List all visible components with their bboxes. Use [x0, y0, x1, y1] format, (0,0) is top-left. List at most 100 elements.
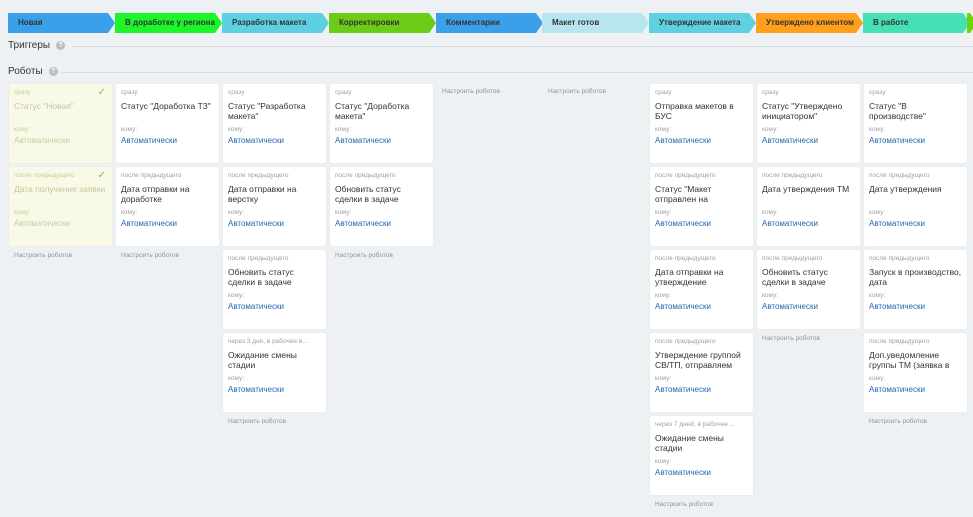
robot-recipient-link[interactable]: Автоматически: [335, 136, 428, 145]
robot-recipient-link[interactable]: Автоматически: [228, 136, 321, 145]
stage-tab-9[interactable]: [967, 13, 973, 33]
robot-condition: после предыдущего: [121, 172, 182, 179]
configure-robots-link[interactable]: Настроить роботов: [869, 418, 927, 425]
robot-recipient-link[interactable]: Автоматически: [869, 302, 962, 311]
stage-tab-0[interactable]: Новая: [8, 13, 115, 33]
robot-recipient-link[interactable]: Автоматически: [228, 219, 321, 228]
robot-card[interactable]: после предыдущего Дата отправки на утверж…: [650, 250, 753, 329]
robot-recipient-link[interactable]: Автоматически: [14, 136, 107, 145]
robot-title: Дата отправки на утверждение: [655, 267, 724, 287]
robot-title: Запуск в производство, дата: [869, 267, 962, 287]
robot-title: Статус "Доработка ТЗ": [121, 101, 211, 111]
configure-robots-link[interactable]: Настроить роботов: [655, 501, 713, 508]
robot-condition: после предыдущего: [869, 255, 930, 262]
robot-title: Дата утверждения ТМ: [762, 184, 850, 194]
robot-recipient-link[interactable]: Автоматически: [655, 468, 748, 477]
robot-recipient-link[interactable]: Автоматически: [762, 219, 855, 228]
configure-robots-link[interactable]: Настроить роботов: [442, 88, 500, 95]
robot-condition: после предыдущего: [228, 255, 289, 262]
configure-robots-link[interactable]: Настроить роботов: [762, 335, 820, 342]
robot-card[interactable]: сразу Статус "Доработка макета" кому: Автом…: [330, 84, 433, 163]
robot-title: Доп.уведомление группы ТМ (заявка в: [869, 350, 950, 370]
robot-card[interactable]: сразу Статус "Утверждено инициатором" кому…: [757, 84, 860, 163]
robot-card[interactable]: сразу Статус "Разработка макета" кому: Авто…: [223, 84, 326, 163]
robot-recipient-label: кому:: [655, 209, 672, 216]
stage-tab-5[interactable]: Макет готов: [542, 13, 649, 33]
robot-recipient-link[interactable]: Автоматически: [655, 302, 748, 311]
robot-card[interactable]: через 3 дня, в рабочее в... Ожидание смен…: [223, 333, 326, 412]
stage-tab-7[interactable]: Утверждено клиентом: [756, 13, 863, 33]
robot-title: Статус "Утверждено инициатором": [762, 101, 843, 121]
robot-recipient-link[interactable]: Автоматически: [655, 136, 748, 145]
robot-recipient-link[interactable]: Автоматически: [655, 385, 748, 394]
configure-robots-link[interactable]: Настроить роботов: [335, 252, 393, 259]
robot-card[interactable]: после предыдущего Запуск в производство, …: [864, 250, 967, 329]
robot-recipient-link[interactable]: Автоматически: [335, 219, 428, 228]
robot-recipient-label: кому:: [335, 209, 352, 216]
robots-header: Роботы?: [8, 66, 58, 77]
robot-condition: после предыдущего: [762, 255, 823, 262]
robot-card[interactable]: сразу Статус "Новая" кому: Автоматически ✓: [9, 84, 112, 163]
robot-recipient-label: кому:: [121, 126, 138, 133]
triggers-header: Триггеры?: [8, 40, 66, 51]
robot-recipient-link[interactable]: Автоматически: [869, 136, 962, 145]
robot-recipient-link[interactable]: Автоматически: [762, 302, 855, 311]
robot-card[interactable]: сразу Статус "В производстве" кому: Автомат…: [864, 84, 967, 163]
robot-card[interactable]: после предыдущего Дата отправки на верстк…: [223, 167, 326, 246]
robot-card[interactable]: после предыдущего Утверждение группой СВ/…: [650, 333, 753, 412]
robot-title: Статус "Доработка макета": [335, 101, 410, 121]
robot-condition: после предыдущего: [14, 172, 75, 179]
robot-recipient-label: кому:: [228, 375, 245, 382]
robot-recipient-label: кому:: [335, 126, 352, 133]
robot-recipient-link[interactable]: Автоматически: [121, 136, 214, 145]
robot-recipient-link[interactable]: Автоматически: [869, 219, 962, 228]
configure-robots-link[interactable]: Настроить роботов: [228, 418, 286, 425]
robot-card[interactable]: после предыдущего Дата отправки на дорабо…: [116, 167, 219, 246]
robot-card[interactable]: после предыдущего Обновить статус сделки …: [330, 167, 433, 246]
robot-condition: после предыдущего: [655, 255, 716, 262]
robot-condition: после предыдущего: [655, 172, 716, 179]
robot-recipient-label: кому:: [655, 126, 672, 133]
robots-help-icon[interactable]: ?: [48, 66, 58, 76]
stage-tab-1[interactable]: В доработке у региона: [115, 13, 222, 33]
triggers-divider: [72, 46, 973, 47]
robot-card[interactable]: после предыдущего Обновить статус сделки …: [223, 250, 326, 329]
robot-condition: после предыдущего: [762, 172, 823, 179]
robot-card[interactable]: после предыдущего Дата утверждения ТМ кому…: [757, 167, 860, 246]
robot-recipient-link[interactable]: Автоматически: [762, 136, 855, 145]
robot-condition: после предыдущего: [869, 172, 930, 179]
robot-recipient-link[interactable]: Автоматически: [228, 302, 321, 311]
stage-tab-6[interactable]: Утверждение макета: [649, 13, 756, 33]
robot-recipient-label: кому:: [121, 209, 138, 216]
robot-card[interactable]: сразу Статус "Доработка ТЗ" кому: Автоматич…: [116, 84, 219, 163]
robot-title: Отправка макетов в БУС: [655, 101, 734, 121]
robot-recipient-link[interactable]: Автоматически: [121, 219, 214, 228]
triggers-help-icon[interactable]: ?: [56, 40, 66, 50]
robot-card[interactable]: через 7 дней, в рабочее ... Ожидание смен…: [650, 416, 753, 495]
stage-tab-3[interactable]: Корректировки: [329, 13, 436, 33]
robot-card[interactable]: после предыдущего Обновить статус сделки …: [757, 250, 860, 329]
robot-card[interactable]: после предыдущего Статус "Макет отправлен…: [650, 167, 753, 246]
robot-condition: сразу: [228, 89, 245, 96]
configure-robots-link[interactable]: Настроить роботов: [121, 252, 179, 259]
stage-tab-4[interactable]: Комментарии: [436, 13, 543, 33]
robot-recipient-link[interactable]: Автоматически: [655, 219, 748, 228]
robot-recipient-label: кому:: [228, 126, 245, 133]
checkmark-icon: ✓: [97, 170, 106, 181]
robot-recipient-label: кому:: [762, 209, 779, 216]
robot-recipient-link[interactable]: Автоматически: [869, 385, 962, 394]
stage-tab-8[interactable]: В работе: [863, 13, 970, 33]
robot-recipient-label: кому:: [762, 292, 779, 299]
robot-card[interactable]: после предыдущего Дата получения заявки ко…: [9, 167, 112, 246]
robot-card[interactable]: сразу Отправка макетов в БУС кому: Автомати…: [650, 84, 753, 163]
stage-tab-2[interactable]: Разработка макета: [222, 13, 329, 33]
robot-title: Обновить статус сделки в задаче: [762, 267, 828, 287]
configure-robots-link[interactable]: Настроить роботов: [14, 252, 72, 259]
robot-card[interactable]: после предыдущего Дата утверждения кому: Ав…: [864, 167, 967, 246]
robot-title: Статус "Макет отправлен на: [655, 184, 712, 204]
robot-recipient-link[interactable]: Автоматически: [14, 219, 107, 228]
robot-title: Дата отправки на верстку: [228, 184, 297, 204]
robot-card[interactable]: после предыдущего Доп.уведомление группы …: [864, 333, 967, 412]
robot-recipient-link[interactable]: Автоматически: [228, 385, 321, 394]
configure-robots-link[interactable]: Настроить роботов: [548, 88, 606, 95]
